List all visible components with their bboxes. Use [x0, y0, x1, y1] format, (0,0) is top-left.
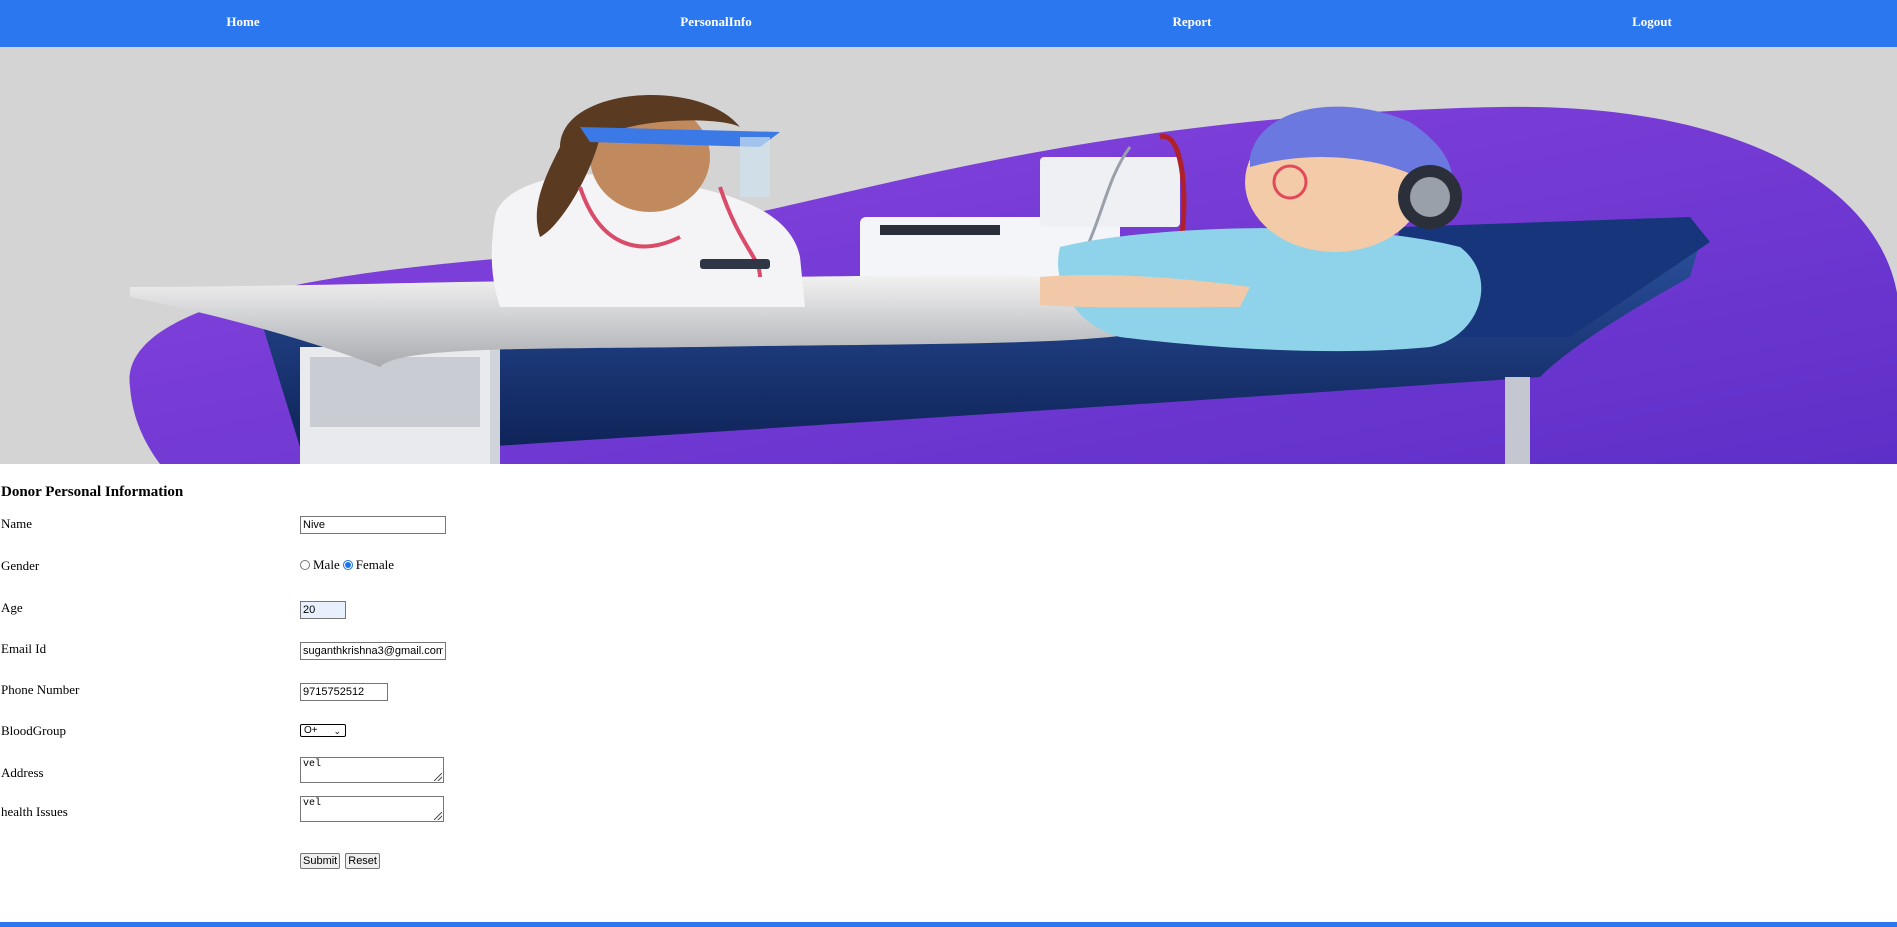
submit-button[interactable]: Submit — [300, 853, 341, 869]
nav-home[interactable]: Home — [226, 14, 259, 30]
blood-donation-illustration — [129, 94, 1897, 464]
bloodgroup-selected-value: O+ — [304, 725, 318, 736]
top-nav: Home PersonalInfo Report Logout — [0, 0, 1897, 47]
chevron-down-icon: ⌄ — [333, 726, 341, 736]
health-issues-textarea[interactable]: vel — [300, 796, 444, 822]
hero-banner — [0, 47, 1897, 464]
address-label: Address — [1, 765, 44, 780]
gender-male-radio[interactable] — [300, 560, 310, 570]
name-input[interactable] — [300, 516, 446, 534]
form-actions: Submit Reset — [300, 851, 381, 869]
name-label: Name — [1, 516, 33, 531]
nav-report[interactable]: Report — [1173, 14, 1212, 30]
form-title: Donor Personal Information — [1, 484, 184, 500]
bloodgroup-label: BloodGroup — [1, 723, 66, 738]
resize-grip-icon[interactable] — [434, 773, 442, 781]
resize-grip-icon[interactable] — [434, 812, 442, 820]
email-label: Email Id — [1, 641, 47, 656]
phone-label: Phone Number — [1, 682, 80, 697]
reset-button[interactable]: Reset — [345, 853, 380, 869]
gender-radio-group: Male Female — [300, 557, 394, 573]
age-label: Age — [1, 600, 23, 615]
address-textarea[interactable]: vel — [300, 757, 444, 783]
health-issues-text: vel — [303, 798, 322, 809]
gender-female-radio[interactable] — [342, 560, 353, 570]
nav-personalinfo[interactable]: PersonalInfo — [680, 14, 752, 30]
gender-female-label: Female — [355, 557, 394, 572]
phone-input[interactable] — [300, 683, 388, 701]
age-input[interactable] — [300, 601, 346, 619]
gender-label: Gender — [1, 558, 40, 573]
address-text: vel — [303, 759, 322, 770]
health-issues-label: health Issues — [1, 804, 68, 819]
gender-male-label: Male — [313, 557, 340, 572]
email-input[interactable] — [300, 642, 446, 660]
nav-logout[interactable]: Logout — [1632, 14, 1672, 30]
footer-bar — [0, 922, 1897, 927]
bloodgroup-select[interactable]: O+ ⌄ — [300, 724, 346, 737]
